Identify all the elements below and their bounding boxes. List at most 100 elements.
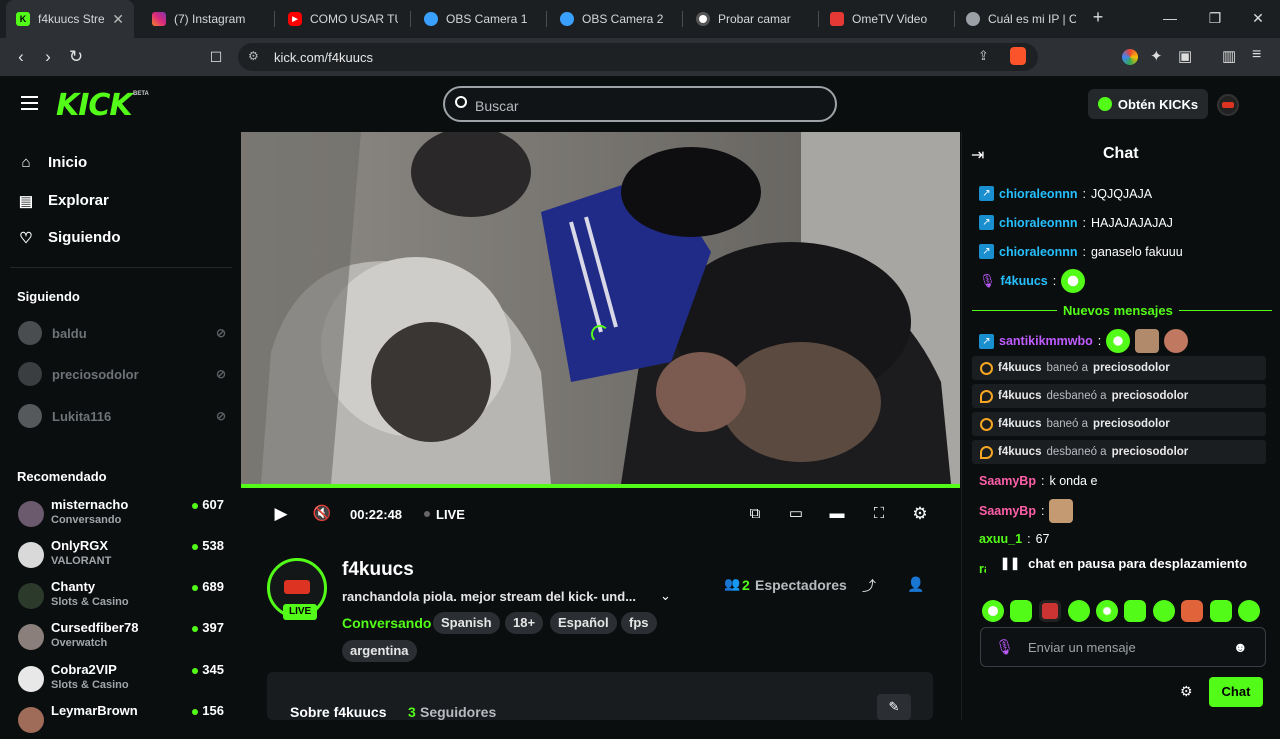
loading-spinner-icon <box>591 325 609 343</box>
mute-icon[interactable]: 🔇 <box>312 504 332 524</box>
reload-icon[interactable]: ↻ <box>65 46 87 68</box>
fullscreen-icon[interactable]: ⛶ <box>869 504 889 524</box>
pip-icon[interactable]: ⧉ <box>745 504 765 524</box>
extension-icon[interactable] <box>1122 49 1138 65</box>
emote-icon[interactable] <box>982 600 1004 622</box>
avatar <box>18 666 44 692</box>
recommended-heading: Recomendado <box>17 469 107 484</box>
follow-icon[interactable]: 👤 <box>907 576 924 593</box>
play-icon[interactable]: ▶ <box>271 504 291 524</box>
theater-mode-icon[interactable]: ▬ <box>827 504 847 524</box>
mod-action-row: f4kuucs baneó a preciosodolor <box>972 356 1266 380</box>
emote-icon[interactable] <box>1068 600 1090 622</box>
bookmark-icon[interactable]: ☐ <box>205 46 227 68</box>
sidebar-toggle-icon[interactable]: ▥ <box>1222 47 1236 65</box>
following-item[interactable]: baldu ⊘ <box>18 321 226 345</box>
edit-icon[interactable]: ✎ <box>877 694 911 720</box>
user-avatar[interactable] <box>1217 94 1239 116</box>
address-bar[interactable]: ⚙ kick.com/f4kuucs ⇪ <box>238 43 1038 71</box>
video-player[interactable] <box>241 132 960 484</box>
menu-icon[interactable]: ≡ <box>1252 46 1261 64</box>
recommended-item[interactable]: Chanty Slots & Casino 689 <box>18 579 226 615</box>
recommended-item[interactable]: Cursedfiber78 Overwatch 397 <box>18 620 226 656</box>
tab-obs-camera-1[interactable]: OBS Camera 1 <box>414 0 544 38</box>
emote-icon[interactable] <box>1096 600 1118 622</box>
send-chat-button[interactable]: Chat <box>1209 677 1263 707</box>
search-input[interactable]: Buscar <box>443 86 837 122</box>
nav-siguiendo[interactable]: ♡ Siguiendo <box>18 229 120 247</box>
nav-inicio[interactable]: ⌂ Inicio <box>18 154 87 171</box>
share-icon[interactable]: ⤴ <box>862 576 876 596</box>
tag[interactable]: Español <box>550 612 617 634</box>
puzzle-icon[interactable]: ✦ <box>1150 47 1163 65</box>
chat-message: ↗ santikikmmwbo: <box>979 329 1189 353</box>
tag[interactable]: fps <box>621 612 657 634</box>
recommended-item[interactable]: OnlyRGX VALORANT 538 <box>18 538 226 574</box>
emote-icon[interactable] <box>1010 600 1032 622</box>
ban-icon <box>980 417 993 431</box>
tab-obs-camera-2[interactable]: OBS Camera 2 <box>550 0 680 38</box>
tab-kick-stream[interactable]: K f4kuucs Strea ✕ <box>6 0 134 38</box>
forward-icon[interactable]: › <box>37 46 59 68</box>
channel-name[interactable]: f4kuucs <box>342 559 414 581</box>
emote-icon[interactable] <box>1124 600 1146 622</box>
emote-icon[interactable] <box>1210 600 1232 622</box>
chevron-down-icon[interactable]: ⌄ <box>660 588 671 604</box>
tab-ometv[interactable]: OmeTV Video <box>820 0 952 38</box>
minimize-icon[interactable]: — <box>1160 10 1180 26</box>
new-tab-icon[interactable]: + <box>1088 7 1108 28</box>
chat-input-placeholder: Enviar un mensaje <box>1028 640 1136 655</box>
settings-icon[interactable]: ⚙ <box>910 504 930 524</box>
heart-icon: ♡ <box>19 229 33 247</box>
kick-logo[interactable]: KICK <box>56 88 133 123</box>
progress-bar[interactable] <box>241 484 960 488</box>
following-heading: Siguiendo <box>17 289 80 304</box>
collapse-chat-icon[interactable]: ⇥ <box>971 145 984 165</box>
category-link[interactable]: Conversando <box>342 615 431 631</box>
recommended-item[interactable]: Cobra2VIP Slots & Casino 345 <box>18 662 226 698</box>
tag[interactable]: argentina <box>342 640 417 662</box>
site-settings-icon[interactable]: ⚙ <box>248 49 259 63</box>
hamburger-icon[interactable] <box>21 96 38 110</box>
tab-probar-camara[interactable]: Probar camar <box>686 0 816 38</box>
emote-icon[interactable] <box>1238 600 1260 622</box>
live-indicator-dot <box>424 511 430 517</box>
share-icon[interactable]: ⇪ <box>978 48 989 64</box>
viewer-label: Espectadores <box>755 577 847 593</box>
get-kicks-button[interactable]: Obtén KICKs <box>1088 89 1208 119</box>
offline-icon: ⊘ <box>215 326 226 340</box>
back-icon[interactable]: ‹ <box>10 46 32 68</box>
close-window-icon[interactable]: ✕ <box>1248 10 1268 27</box>
brave-shield-icon[interactable] <box>1010 47 1026 65</box>
emote-icon[interactable] <box>1181 600 1203 622</box>
tag[interactable]: 18+ <box>505 612 544 634</box>
emote-icon[interactable] <box>1039 600 1061 622</box>
chat-message-input[interactable]: 🎙 Enviar un mensaje ☻ <box>980 627 1266 667</box>
pause-icon: ❚❚ <box>1000 556 1021 570</box>
close-tab-icon[interactable]: ✕ <box>112 11 124 28</box>
recommended-item[interactable]: misternacho Conversando 607 <box>18 497 226 533</box>
tab-ip-check[interactable]: Cuál es mi IP | Cóm <box>956 0 1086 38</box>
emoji-icon[interactable]: ☻ <box>1233 639 1248 655</box>
clip-icon[interactable]: ▭ <box>786 504 806 524</box>
chat-settings-icon[interactable]: ⚙ <box>1180 683 1193 700</box>
follower-count: 3 <box>408 704 416 720</box>
site-header: KICK BETA Buscar Obtén KICKs <box>0 76 1280 132</box>
ban-icon <box>980 361 993 375</box>
verified-badge-icon: ↗ <box>979 186 994 201</box>
maximize-icon[interactable]: ❐ <box>1205 10 1225 27</box>
tab-youtube[interactable]: ▶ COMO USAR TU C <box>278 0 408 38</box>
player-controls: ▶ 🔇 00:22:48 LIVE ⧉ ▭ ▬ ⛶ ⚙ <box>241 484 960 536</box>
viewer-count: 2 <box>742 577 750 593</box>
nav-explorar[interactable]: ▤ Explorar <box>18 192 109 210</box>
live-label[interactable]: LIVE <box>436 507 465 522</box>
chat-paused-banner[interactable]: ❚❚ chat en pausa para desplazamiento <box>986 550 1256 576</box>
following-item[interactable]: Lukita116 ⊘ <box>18 404 226 428</box>
emote-icon[interactable] <box>1153 600 1175 622</box>
tab-instagram[interactable]: (7) Instagram <box>142 0 272 38</box>
tag[interactable]: Spanish <box>433 612 500 634</box>
recommended-item[interactable]: LeymarBrown 156 <box>18 703 226 739</box>
emote-icon <box>1061 269 1086 293</box>
following-item[interactable]: preciosodolor ⊘ <box>18 362 226 386</box>
media-icon[interactable]: ▣ <box>1178 47 1192 65</box>
